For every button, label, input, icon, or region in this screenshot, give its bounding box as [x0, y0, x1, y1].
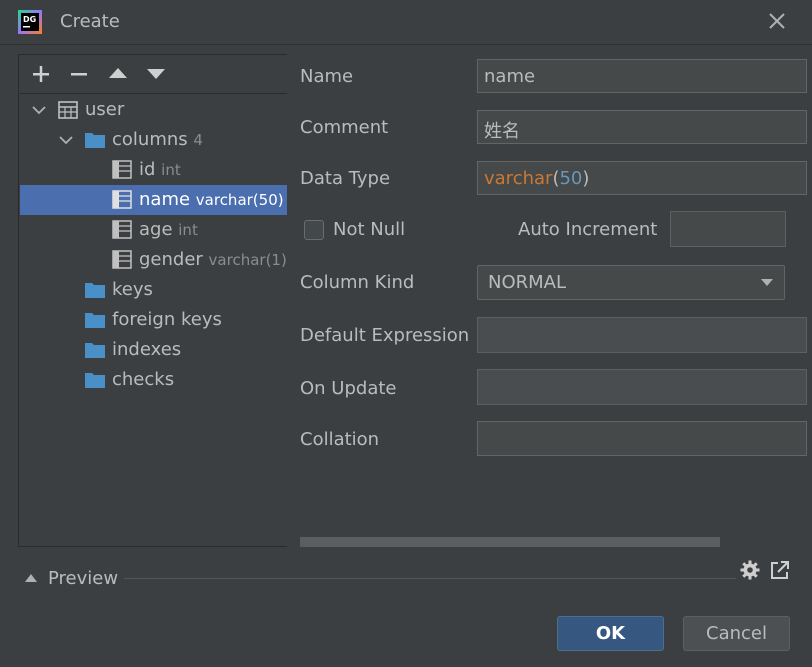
column-icon	[112, 160, 132, 179]
auto-increment-field[interactable]	[670, 211, 786, 247]
dialog-title: Create	[60, 11, 120, 32]
tree-node-foreign-keys[interactable]: foreign keys	[20, 305, 287, 335]
tree-node-label: age	[139, 219, 173, 240]
tree-node-column-gender[interactable]: gender varchar(1)	[20, 245, 287, 275]
column-type: int	[178, 221, 198, 239]
tree-node-label: user	[85, 99, 125, 120]
data-type-keyword: varchar	[484, 168, 553, 189]
preview-toggle[interactable]: Preview	[48, 568, 118, 589]
title-separator	[0, 44, 812, 45]
collation-field[interactable]	[477, 421, 807, 456]
tree-node-label: keys	[112, 279, 153, 300]
chevron-down-icon[interactable]	[59, 134, 73, 146]
close-icon[interactable]	[764, 8, 790, 34]
chevron-down-icon[interactable]	[32, 104, 46, 116]
move-up-icon[interactable]	[105, 61, 131, 87]
datagrip-app-icon: DG	[18, 10, 42, 34]
comment-label: Comment	[300, 117, 389, 138]
tree-node-column-id[interactable]: id int	[20, 155, 287, 185]
column-icon	[112, 220, 132, 239]
column-kind-value: NORMAL	[488, 272, 567, 293]
tree-toolbar	[20, 55, 287, 94]
tree-node-label: indexes	[112, 339, 182, 360]
collation-label: Collation	[300, 429, 380, 450]
tree-node-columns[interactable]: columns 4	[20, 125, 287, 155]
svg-text:DG: DG	[23, 15, 36, 24]
data-type-size: 50	[559, 168, 583, 189]
tree-node-checks[interactable]: checks	[20, 365, 287, 395]
folder-icon	[85, 283, 105, 298]
column-type: int	[161, 161, 181, 179]
tree-node-label: foreign keys	[112, 309, 222, 330]
tree-body: user columns 4 id int name varchar(50) a…	[20, 94, 287, 546]
column-kind-label: Column Kind	[300, 272, 415, 293]
tree-node-column-name[interactable]: name varchar(50)	[20, 185, 287, 215]
column-kind-select[interactable]: NORMAL	[477, 265, 785, 300]
on-update-label: On Update	[300, 378, 397, 399]
not-null-checkbox[interactable]	[304, 220, 324, 240]
horizontal-scrollbar[interactable]	[300, 537, 720, 547]
tree-node-label: gender	[139, 249, 203, 270]
open-in-window-icon[interactable]	[770, 560, 790, 580]
folder-icon	[85, 373, 105, 388]
tree-node-keys[interactable]: keys	[20, 275, 287, 305]
move-down-icon[interactable]	[143, 61, 169, 87]
table-icon	[58, 101, 78, 119]
add-icon[interactable]	[28, 61, 54, 87]
name-label: Name	[300, 66, 354, 87]
not-null-label: Not Null	[333, 219, 406, 240]
tree-node-indexes[interactable]: indexes	[20, 335, 287, 365]
column-count: 4	[193, 131, 203, 149]
folder-icon	[85, 313, 105, 328]
column-type: varchar(50)	[195, 191, 284, 209]
tree-node-table-user[interactable]: user	[20, 95, 287, 125]
collapse-arrow-icon[interactable]	[24, 572, 38, 584]
comment-field[interactable]: 姓名	[477, 110, 807, 144]
remove-icon[interactable]	[66, 61, 92, 87]
folder-icon	[85, 343, 105, 358]
tree-node-label: columns	[112, 129, 188, 150]
data-type-close-paren: )	[582, 168, 590, 189]
column-icon	[112, 250, 132, 269]
preview-divider	[124, 578, 736, 579]
data-type-field[interactable]: varchar(50)	[477, 161, 807, 195]
auto-increment-label: Auto Increment	[518, 219, 658, 240]
tree-node-column-age[interactable]: age int	[20, 215, 287, 245]
dropdown-arrow-icon	[761, 279, 773, 286]
column-type: varchar(1)	[208, 251, 287, 269]
tree-node-label: checks	[112, 369, 175, 390]
tree-node-label: id	[139, 159, 156, 180]
tree-node-label: name	[139, 189, 191, 210]
schema-tree-panel: user columns 4 id int name varchar(50) a…	[18, 54, 287, 547]
default-expression-label: Default Expression	[300, 325, 470, 346]
gear-icon[interactable]	[740, 560, 760, 580]
folder-icon	[85, 133, 105, 148]
cancel-button[interactable]: Cancel	[683, 616, 790, 651]
name-field[interactable]: name	[477, 59, 807, 93]
column-icon	[112, 190, 132, 209]
ok-button[interactable]: OK	[557, 616, 664, 651]
on-update-field[interactable]	[477, 369, 807, 405]
default-expression-field[interactable]	[477, 317, 807, 353]
data-type-label: Data Type	[300, 168, 391, 189]
